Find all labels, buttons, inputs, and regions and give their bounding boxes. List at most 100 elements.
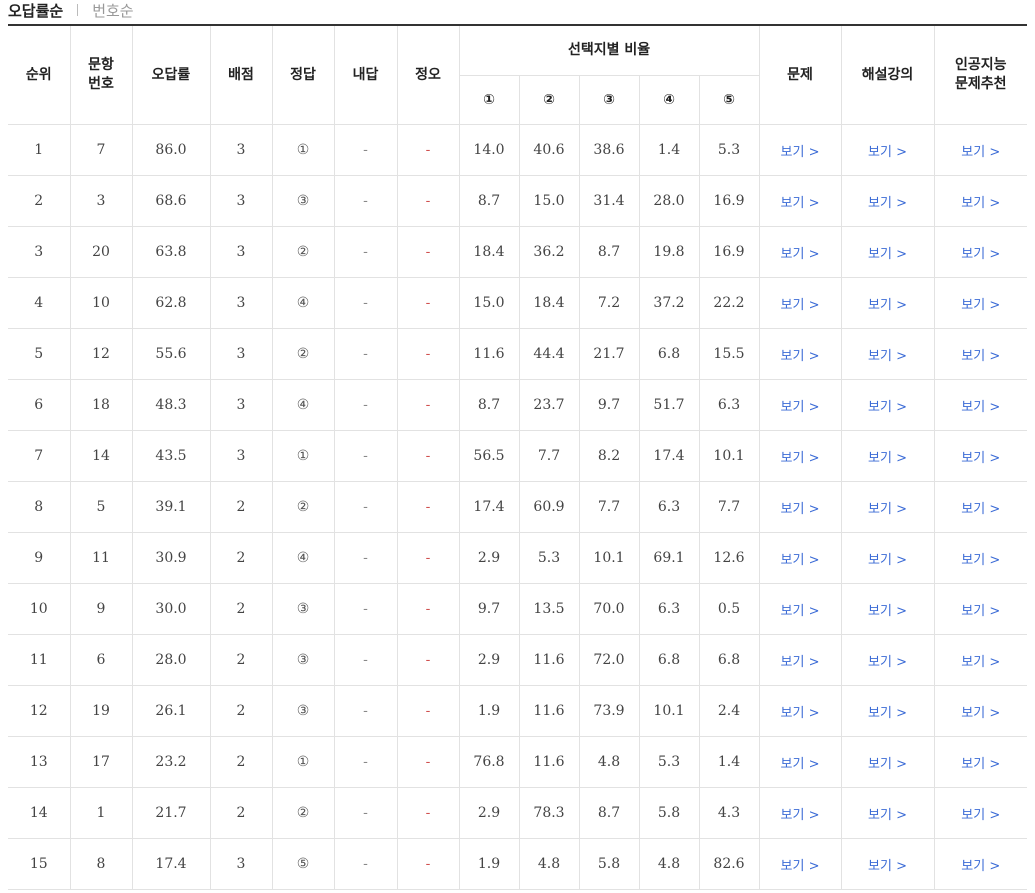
view-lecture-link[interactable]: 보기 >	[868, 757, 907, 772]
view-problem-link[interactable]: 보기 >	[781, 706, 820, 721]
sort-by-wrong-rate-tab[interactable]: 오답률순	[8, 0, 63, 21]
view-ai-recommend-link[interactable]: 보기 >	[961, 553, 1000, 568]
view-ai-recommend-link[interactable]: 보기 >	[961, 451, 1000, 466]
view-lecture-link[interactable]: 보기 >	[868, 553, 907, 568]
view-ai-recommend-link[interactable]: 보기 >	[961, 400, 1000, 415]
answer-cell: ①	[271, 430, 335, 482]
view-lecture-link[interactable]: 보기 >	[868, 808, 907, 823]
points-cell: 3	[209, 379, 273, 431]
points-cell: 3	[209, 277, 273, 329]
view-ai-recommend-link[interactable]: 보기 >	[961, 757, 1000, 772]
my-answer-cell: -	[333, 532, 398, 584]
view-lecture-cell: 보기 >	[840, 124, 935, 176]
correctness-cell: -	[396, 736, 460, 788]
question-number-cell: 12	[69, 328, 133, 380]
view-problem-link[interactable]: 보기 >	[781, 553, 820, 568]
rank-cell: 8	[8, 481, 71, 533]
view-problem-link[interactable]: 보기 >	[781, 604, 820, 619]
view-ai-recommend-cell: 보기 >	[933, 175, 1028, 227]
correctness-cell: -	[396, 124, 460, 176]
view-ai-recommend-link[interactable]: 보기 >	[961, 808, 1000, 823]
choice-2-ratio-cell: 7.7	[518, 430, 580, 482]
question-number-cell: 5	[69, 481, 133, 533]
view-lecture-link[interactable]: 보기 >	[868, 502, 907, 517]
view-ai-recommend-link[interactable]: 보기 >	[961, 604, 1000, 619]
choice-3-ratio-cell: 8.2	[578, 430, 640, 482]
wrong-rate-cell: 23.2	[131, 736, 211, 788]
view-problem-link[interactable]: 보기 >	[781, 757, 820, 772]
question-number-cell: 14	[69, 430, 133, 482]
choice-4-ratio-cell: 5.8	[638, 787, 700, 839]
choice-5-ratio-cell: 5.3	[698, 124, 760, 176]
view-problem-cell: 보기 >	[758, 583, 842, 635]
view-lecture-link[interactable]: 보기 >	[868, 859, 907, 874]
correctness-cell: -	[396, 379, 460, 431]
view-ai-recommend-link[interactable]: 보기 >	[961, 145, 1000, 160]
my-answer-cell: -	[333, 277, 398, 329]
choice-3-ratio-cell: 4.8	[578, 736, 640, 788]
view-ai-recommend-cell: 보기 >	[933, 226, 1028, 278]
choice-1-ratio-cell: 8.7	[458, 175, 520, 227]
wrong-rate-cell: 55.6	[131, 328, 211, 380]
view-problem-link[interactable]: 보기 >	[781, 349, 820, 364]
view-problem-link[interactable]: 보기 >	[781, 145, 820, 160]
points-cell: 3	[209, 430, 273, 482]
view-ai-recommend-link[interactable]: 보기 >	[961, 655, 1000, 670]
wrong-rate-panel: 오답률순 번호순 순위 문항 번호 오답률 배점 정답 내답 정오 선택지별 비…	[8, 0, 1028, 890]
choice-2-ratio-cell: 44.4	[518, 328, 580, 380]
view-ai-recommend-link[interactable]: 보기 >	[961, 298, 1000, 313]
view-lecture-cell: 보기 >	[840, 430, 935, 482]
header-lecture: 해설강의	[840, 24, 935, 125]
view-problem-link[interactable]: 보기 >	[781, 451, 820, 466]
wrong-rate-cell: 30.0	[131, 583, 211, 635]
view-ai-recommend-link[interactable]: 보기 >	[961, 349, 1000, 364]
view-problem-cell: 보기 >	[758, 481, 842, 533]
points-cell: 2	[209, 634, 273, 686]
view-problem-link[interactable]: 보기 >	[781, 247, 820, 262]
view-lecture-link[interactable]: 보기 >	[868, 604, 907, 619]
correctness-cell: -	[396, 328, 460, 380]
view-lecture-link[interactable]: 보기 >	[868, 451, 907, 466]
choice-5-ratio-cell: 16.9	[698, 226, 760, 278]
choice-3-ratio-cell: 9.7	[578, 379, 640, 431]
view-problem-link[interactable]: 보기 >	[781, 502, 820, 517]
view-problem-link[interactable]: 보기 >	[781, 655, 820, 670]
view-ai-recommend-link[interactable]: 보기 >	[961, 247, 1000, 262]
view-lecture-link[interactable]: 보기 >	[868, 655, 907, 670]
view-lecture-link[interactable]: 보기 >	[868, 145, 907, 160]
correctness-cell: -	[396, 175, 460, 227]
view-problem-link[interactable]: 보기 >	[781, 859, 820, 874]
view-lecture-link[interactable]: 보기 >	[868, 298, 907, 313]
view-lecture-link[interactable]: 보기 >	[868, 400, 907, 415]
correctness-cell: -	[396, 583, 460, 635]
view-lecture-cell: 보기 >	[840, 685, 935, 737]
sort-by-number-tab[interactable]: 번호순	[92, 0, 133, 21]
table-row: 4 10 62.8 3 ④ - -15.0 18.4 7.2 37.2 22.2 보기 > 보기 > 보기…	[8, 277, 1028, 329]
points-cell: 3	[209, 838, 273, 890]
choice-3-ratio-cell: 8.7	[578, 787, 640, 839]
table-header: 순위 문항 번호 오답률 배점 정답 내답 정오 선택지별 비율 문제 해설강의…	[8, 24, 1028, 125]
my-answer-cell: -	[333, 226, 398, 278]
my-answer-cell: -	[333, 685, 398, 737]
view-problem-link[interactable]: 보기 >	[781, 808, 820, 823]
points-cell: 2	[209, 685, 273, 737]
view-ai-recommend-cell: 보기 >	[933, 736, 1028, 788]
view-problem-link[interactable]: 보기 >	[781, 400, 820, 415]
view-ai-recommend-link[interactable]: 보기 >	[961, 196, 1000, 211]
view-ai-recommend-cell: 보기 >	[933, 481, 1028, 533]
sort-tabs: 오답률순 번호순	[8, 0, 1027, 20]
view-lecture-link[interactable]: 보기 >	[868, 349, 907, 364]
view-lecture-link[interactable]: 보기 >	[868, 196, 907, 211]
view-ai-recommend-link[interactable]: 보기 >	[961, 502, 1000, 517]
view-ai-recommend-link[interactable]: 보기 >	[961, 859, 1000, 874]
view-problem-link[interactable]: 보기 >	[781, 298, 820, 313]
view-lecture-link[interactable]: 보기 >	[868, 706, 907, 721]
choice-4-ratio-cell: 1.4	[638, 124, 700, 176]
my-answer-cell: -	[333, 430, 398, 482]
view-ai-recommend-link[interactable]: 보기 >	[961, 706, 1000, 721]
view-problem-cell: 보기 >	[758, 277, 842, 329]
choice-2-ratio-cell: 36.2	[518, 226, 580, 278]
choice-1-ratio-cell: 56.5	[458, 430, 520, 482]
view-lecture-link[interactable]: 보기 >	[868, 247, 907, 262]
view-problem-link[interactable]: 보기 >	[781, 196, 820, 211]
